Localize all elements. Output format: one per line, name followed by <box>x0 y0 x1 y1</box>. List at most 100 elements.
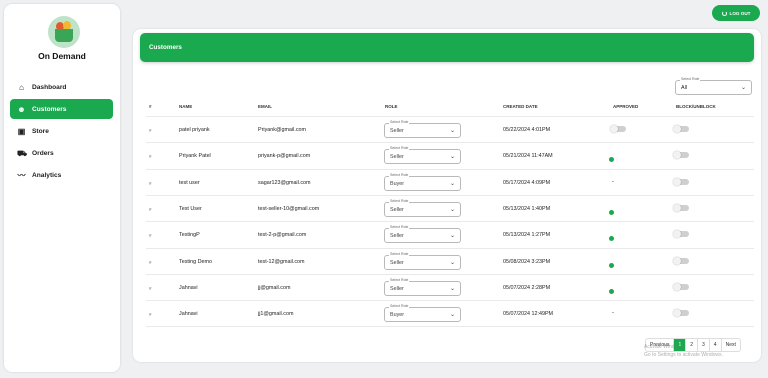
sidebar-item-label: Customers <box>32 105 67 113</box>
chevron-down-icon: ⌄ <box>449 180 455 187</box>
row-index: # <box>149 259 152 265</box>
chevron-down-icon: ⌄ <box>449 233 455 240</box>
chevron-down-icon: ⌄ <box>449 206 455 213</box>
role-select-label: Select Role <box>389 225 410 230</box>
table-row: # Test User test-seller-10@gmail.com Select… <box>146 194 754 221</box>
column-header-role: ROLE <box>385 104 398 109</box>
sidebar-item-dashboard[interactable]: ⌂ Dashboard <box>10 77 113 97</box>
sidebar-item-analytics[interactable]: 〰 Analytics <box>10 165 113 185</box>
customer-name: Testing Demo <box>179 258 212 265</box>
row-index: # <box>149 128 152 133</box>
chevron-down-icon: ⌄ <box>740 85 746 91</box>
role-select-label: Select Role <box>389 146 410 151</box>
row-index: # <box>149 233 152 239</box>
role-select-value: Seller <box>390 259 404 266</box>
column-header-email: EMAIL <box>258 104 272 109</box>
customer-email: sagar123@gmail.com <box>258 179 311 186</box>
chevron-down-icon: ⌄ <box>449 259 455 266</box>
customer-email: jj1@gmail.com <box>258 311 294 318</box>
customer-email: Priyank@gmail.com <box>258 127 307 133</box>
role-select-value: Seller <box>390 233 404 240</box>
sidebar-item-label: Analytics <box>32 171 62 179</box>
role-select[interactable]: Select Role Seller ⌄ <box>384 120 461 138</box>
customer-name: TestingP <box>179 232 200 239</box>
table-row: # TestingP test-2-p@gmail.com Select Role Se… <box>146 221 754 247</box>
approve-toggle[interactable] <box>610 125 626 133</box>
role-select[interactable]: Select Role Seller ⌄ <box>384 277 461 296</box>
page-title-banner: Customers <box>140 33 754 62</box>
customer-name: patel priyank <box>179 127 210 133</box>
pagination-next[interactable]: Next <box>722 339 740 351</box>
row-index: # <box>149 180 152 186</box>
sidebar-item-store[interactable]: ▣ Store <box>10 121 113 141</box>
role-select[interactable]: Select Role Seller ⌄ <box>384 146 461 165</box>
approved-status-dot <box>609 209 614 215</box>
role-select[interactable]: Select Role Buyer ⌄ <box>384 304 461 323</box>
watermark-line-1: Activate Windows <box>644 344 684 350</box>
block-toggle[interactable] <box>673 125 689 133</box>
row-index: # <box>149 154 152 160</box>
role-select[interactable]: Select Role Seller ⌄ <box>384 251 461 270</box>
chevron-down-icon: ⌄ <box>449 128 455 134</box>
row-index: # <box>149 312 152 318</box>
sidebar-item-label: Store <box>32 127 49 135</box>
approved-status-dot <box>609 236 614 242</box>
role-select-value: Seller <box>390 154 404 161</box>
block-toggle[interactable] <box>673 177 689 186</box>
role-select-label: Select Role <box>389 251 410 256</box>
customers-icon: ☻ <box>17 104 26 114</box>
table-row: # test user sagar123@gmail.com Select Role B… <box>146 168 754 195</box>
created-date: 05/22/2024 4:01PM <box>503 127 551 133</box>
row-index: # <box>149 285 152 291</box>
created-date: 05/21/2024 11:47AM <box>503 153 553 160</box>
role-select-value: Buyer <box>390 180 405 187</box>
table-row: # Jahnavi jj@gmail.com Select Role Seller ⌄ 05… <box>146 273 754 300</box>
role-select-label: Select Role <box>389 304 410 309</box>
role-select-value: Buyer <box>390 312 405 319</box>
created-date: 05/13/2024 1:40PM <box>503 205 551 212</box>
role-select[interactable]: Select Role Buyer ⌄ <box>384 172 461 191</box>
role-select[interactable]: Select Role Seller ⌄ <box>384 198 461 217</box>
created-date: 05/17/2024 4:09PM <box>503 179 551 186</box>
approved-status-dot <box>609 288 614 294</box>
customer-name: test user <box>179 179 200 186</box>
block-toggle[interactable] <box>673 256 689 265</box>
sidebar-item-orders[interactable]: ⛟ Orders <box>10 143 113 163</box>
role-filter-select[interactable]: Select Role All ⌄ <box>675 77 752 95</box>
watermark-line-2: Go to Settings to activate Windows. <box>644 352 723 358</box>
approved-status-none: - <box>612 178 614 185</box>
role-select-value: Seller <box>390 206 404 213</box>
role-select-label: Select Role <box>389 172 410 177</box>
chevron-down-icon: ⌄ <box>449 154 455 161</box>
customer-email: test-seller-10@gmail.com <box>258 205 320 212</box>
column-header-index: # <box>149 104 152 109</box>
approved-status-dot <box>609 262 614 268</box>
chevron-down-icon: ⌄ <box>449 285 455 292</box>
block-toggle[interactable] <box>673 203 689 212</box>
block-toggle[interactable] <box>673 230 689 239</box>
block-toggle[interactable] <box>673 282 689 291</box>
table-row: # Jahnavi jj1@gmail.com Select Role Buyer ⌄ 05… <box>146 300 754 326</box>
created-date: 05/13/2024 1:27PM <box>503 232 551 239</box>
role-select-value: Seller <box>390 285 404 292</box>
block-toggle[interactable] <box>673 309 689 318</box>
logout-button[interactable]: LOG OUT <box>712 5 760 21</box>
customer-email: test-2-p@gmail.com <box>258 232 307 239</box>
row-index: # <box>149 206 152 212</box>
windows-activation-watermark: Activate Windows Go to Settings to activ… <box>644 343 723 359</box>
role-select[interactable]: Select Role Seller ⌄ <box>384 225 461 244</box>
sidebar: On Demand ⌂ Dashboard ☻ Customers ▣ Stor… <box>4 4 120 372</box>
chevron-down-icon: ⌄ <box>449 312 455 319</box>
store-icon: ▣ <box>17 126 26 136</box>
created-date: 05/07/2024 2:28PM <box>503 284 551 291</box>
power-icon <box>721 10 727 16</box>
block-toggle[interactable] <box>673 151 689 160</box>
sidebar-item-customers[interactable]: ☻ Customers <box>10 99 113 119</box>
customer-name: Jahnavi <box>179 284 198 291</box>
column-header-approved: APPROVED <box>613 104 639 109</box>
chart-line-icon: 〰 <box>17 170 26 180</box>
role-filter-value: All <box>681 85 687 91</box>
customer-email: test-12@gmail.com <box>258 258 305 265</box>
created-date: 05/08/2024 3:23PM <box>503 258 551 265</box>
role-select-label: Select Role <box>389 198 410 203</box>
